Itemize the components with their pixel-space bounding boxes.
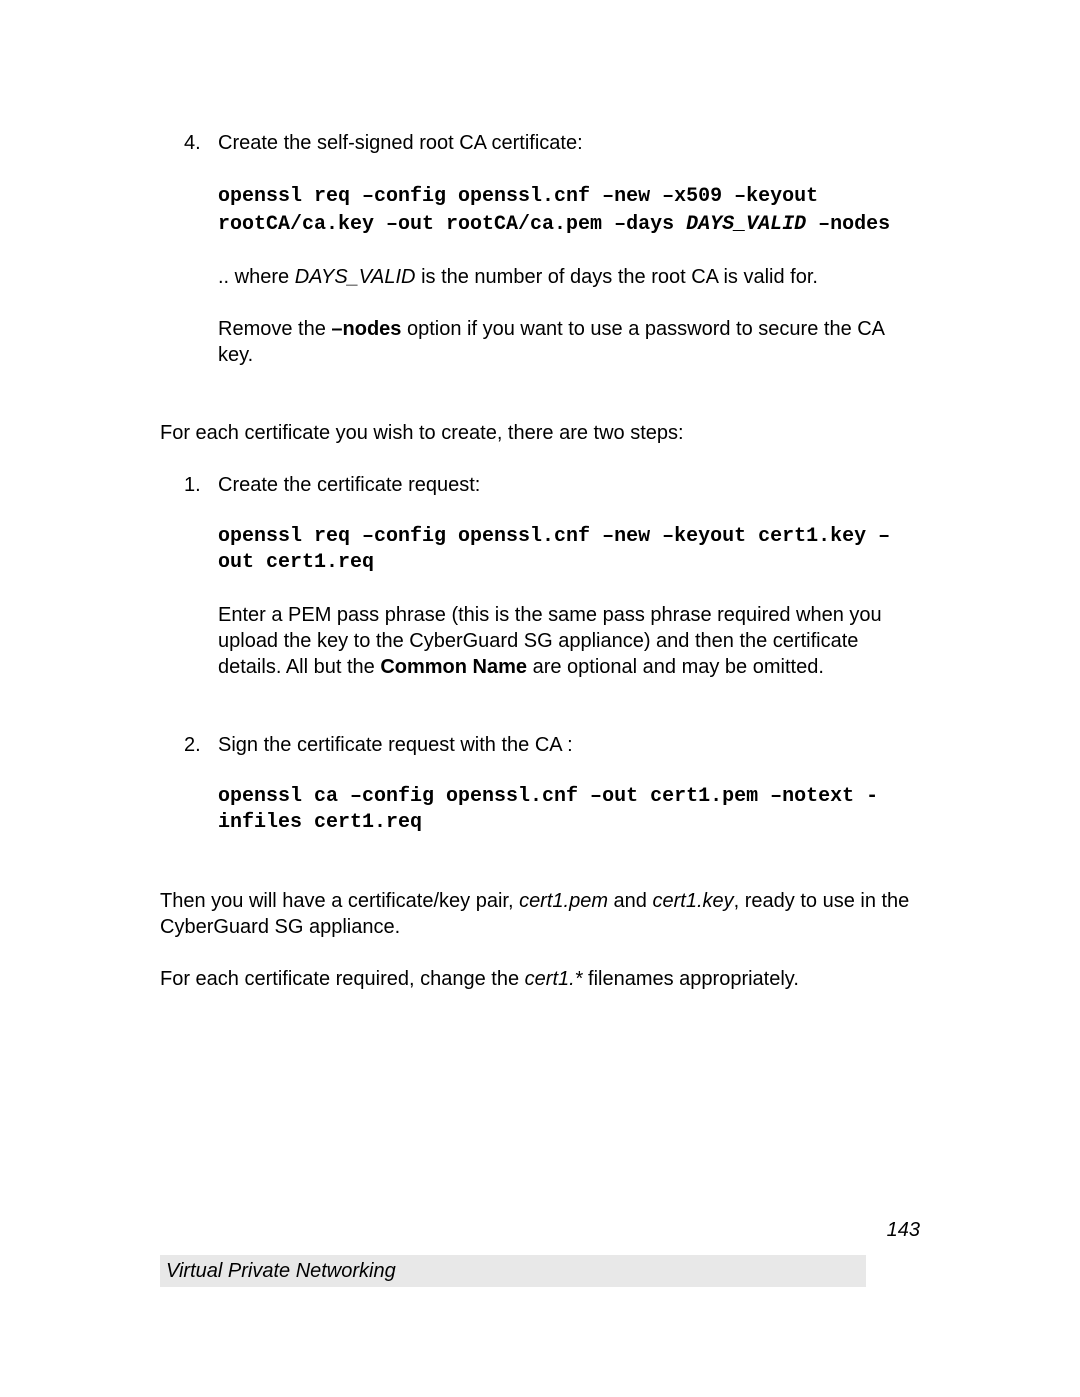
placeholder-italic: DAYS_VALID [295,266,416,288]
code-text: –nodes [806,213,890,236]
step-title: Create the self-signed root CA certifica… [218,130,920,156]
code-placeholder: DAYS_VALID [686,213,806,236]
text: filenames appropriately. [582,968,798,990]
text: Remove the [218,318,331,340]
list-number: 1. [160,472,218,706]
filename-italic: cert1.* [525,968,583,990]
ordered-list-item-1: 1. Create the certificate request: opens… [160,472,920,706]
paragraph: For each certificate required, change th… [160,966,920,992]
filename-italic: cert1.pem [519,890,608,912]
code-block: openssl ca –config openssl.cnf –out cert… [218,784,920,836]
list-number: 4. [160,130,218,394]
list-body: Sign the certificate request with the CA… [218,732,920,862]
text: Then you will have a certificate/key pai… [160,890,519,912]
paragraph: For each certificate you wish to create,… [160,420,920,446]
step-title: Sign the certificate request with the CA… [218,732,920,758]
ordered-list-item-2: 2. Sign the certificate request with the… [160,732,920,862]
text: are optional and may be omitted. [527,656,824,678]
note-line: .. where DAYS_VALID is the number of day… [218,264,920,290]
paragraph: Then you will have a certificate/key pai… [160,888,920,940]
filename-italic: cert1.key [652,890,733,912]
list-body: Create the certificate request: openssl … [218,472,920,706]
bold-text: Common Name [380,656,527,678]
page-number: 143 [160,1217,920,1243]
code-block: openssl req –config openssl.cnf –new –x5… [218,182,920,238]
text: .. where [218,266,295,288]
note-line: Remove the –nodes option if you want to … [218,316,920,368]
text: and [608,890,652,912]
text: For each certificate required, change th… [160,968,525,990]
step-title: Create the certificate request: [218,472,920,498]
text: is the number of days the root CA is val… [416,266,818,288]
list-body: Create the self-signed root CA certifica… [218,130,920,394]
page-footer: 143 Virtual Private Networking [160,1217,920,1287]
footer-title: Virtual Private Networking [160,1255,866,1287]
bold-option: –nodes [331,318,401,340]
list-number: 2. [160,732,218,862]
note-paragraph: Enter a PEM pass phrase (this is the sam… [218,602,920,680]
code-block: openssl req –config openssl.cnf –new –ke… [218,524,920,576]
ordered-list-item-4: 4. Create the self-signed root CA certif… [160,130,920,394]
document-page: 4. Create the self-signed root CA certif… [0,0,1080,1397]
